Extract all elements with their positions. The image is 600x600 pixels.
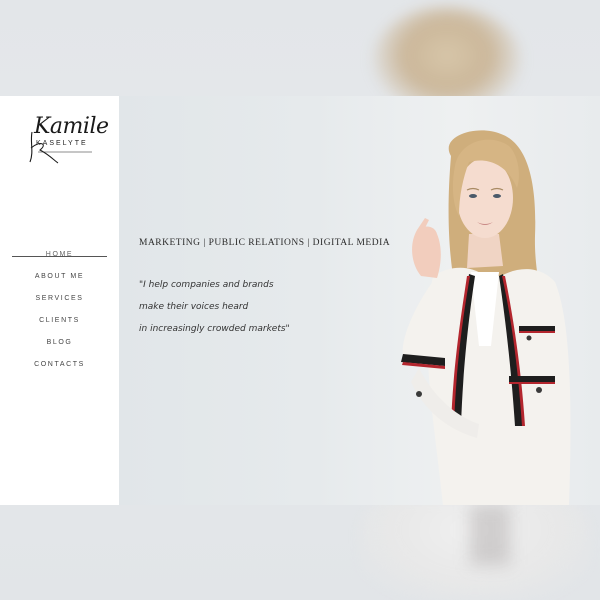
quote-line: in increasingly crowded markets"	[139, 324, 290, 334]
logo-script-name: Kamile	[34, 114, 109, 139]
hero-section: MARKETING | PUBLIC RELATIONS | DIGITAL M…	[119, 96, 600, 505]
logo-surname: KASELYTE	[36, 140, 88, 147]
nav-item-about-me[interactable]: ABOUT ME	[0, 270, 119, 292]
main-nav: HOME ABOUT ME SERVICES CLIENTS BLOG CONT…	[0, 248, 119, 380]
nav-item-contacts[interactable]: CONTACTS	[0, 358, 119, 380]
logo[interactable]: Kamile KASELYTE	[28, 116, 109, 164]
sidebar: Kamile KASELYTE HOME ABOUT ME SERVICES C…	[0, 96, 119, 505]
quote-line: make their voices heard	[139, 302, 249, 312]
nav-item-home[interactable]: HOME	[0, 248, 119, 270]
nav-item-services[interactable]: SERVICES	[0, 292, 119, 314]
blurred-shadow-shape	[470, 505, 510, 565]
hero-portrait-image	[401, 130, 571, 505]
hero-tagline: MARKETING | PUBLIC RELATIONS | DIGITAL M…	[139, 238, 391, 248]
website-frame: Kamile KASELYTE HOME ABOUT ME SERVICES C…	[0, 96, 600, 505]
nav-item-blog[interactable]: BLOG	[0, 336, 119, 358]
quote-line: "I help companies and brands	[139, 280, 274, 290]
nav-item-clients[interactable]: CLIENTS	[0, 314, 119, 336]
hero-quote: "I help companies and brands make their …	[139, 274, 290, 340]
